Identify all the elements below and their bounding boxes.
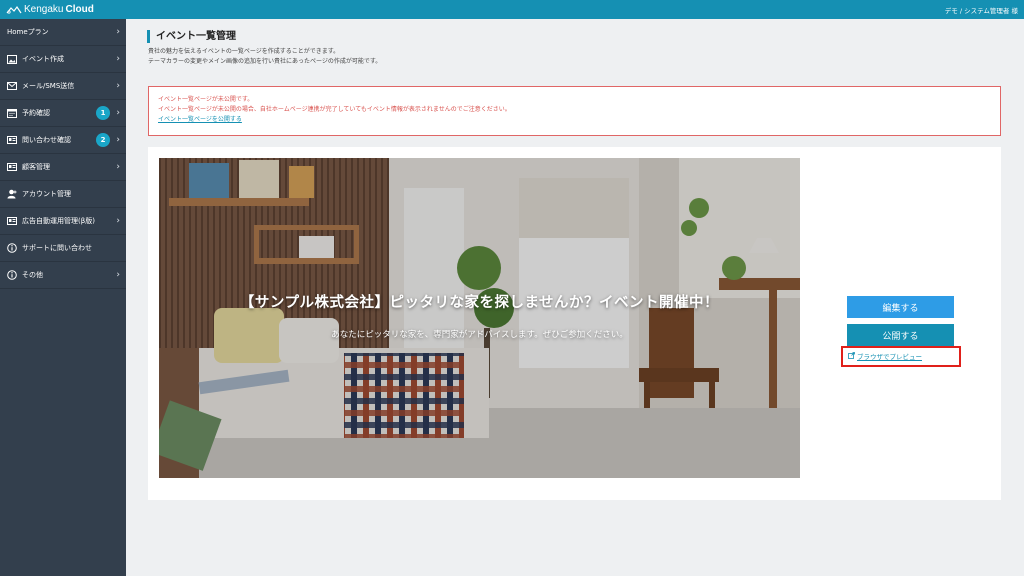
hero-image: 【サンプル株式会社】ピッタリな家を探しませんか？イベント開催中！ あなたにピッタ…	[159, 158, 800, 478]
house-logo-icon	[6, 5, 22, 14]
sidebar-item-label: 広告自動運用管理(β版)	[22, 217, 95, 225]
sidebar-item-ads-auto[interactable]: 広告自動運用管理(β版) ›	[0, 208, 126, 235]
sidebar-item-label: 顧客管理	[22, 163, 50, 171]
hero-title: 【サンプル株式会社】ピッタリな家を探しませんか？イベント開催中！	[239, 295, 720, 311]
image-icon	[7, 54, 17, 64]
chevron-right-icon: ›	[116, 81, 120, 91]
chevron-right-icon: ›	[116, 135, 120, 145]
chevron-right-icon: ›	[116, 216, 120, 226]
id-card-icon	[7, 162, 17, 172]
edit-button[interactable]: 編集する	[847, 296, 954, 318]
sidebar-item-other[interactable]: その他 ›	[0, 262, 126, 289]
room-photo	[159, 158, 800, 478]
sidebar: Homeプラン › イベント作成 › メール/SMS送信 › 予約確認 1 › …	[0, 19, 126, 576]
browser-preview-link[interactable]: ブラウザでプレビュー	[848, 351, 922, 361]
top-header: Kengaku Cloud デモ / システム管理者 様	[0, 0, 1024, 19]
notification-badge: 2	[96, 133, 110, 147]
info-icon	[7, 243, 17, 253]
external-link-icon	[848, 351, 855, 361]
publish-button[interactable]: 公開する	[847, 324, 954, 346]
app-logo[interactable]: Kengaku Cloud	[6, 4, 94, 15]
sidebar-item-mail-sms[interactable]: メール/SMS送信 ›	[0, 73, 126, 100]
sidebar-item-label: メール/SMS送信	[22, 82, 75, 90]
calendar-icon	[7, 108, 17, 118]
sidebar-item-home-plan[interactable]: Homeプラン ›	[0, 19, 126, 46]
logo-text-prefix: Kengaku	[24, 4, 64, 15]
chevron-right-icon: ›	[116, 108, 120, 118]
sidebar-item-label: アカウント管理	[22, 190, 71, 198]
alert-line: イベント一覧ページが未公開です。	[158, 96, 254, 103]
chevron-right-icon: ›	[116, 270, 120, 280]
info-icon	[7, 270, 17, 280]
sidebar-item-accounts[interactable]: アカウント管理	[0, 181, 126, 208]
sidebar-item-label: イベント作成	[22, 55, 64, 63]
sidebar-item-label: 問い合わせ確認	[22, 136, 71, 144]
mail-icon	[7, 81, 17, 91]
page-description: 貴社の魅力を伝えるイベントの一覧ページを作成することができます。 テーマカラーの…	[148, 47, 381, 67]
hero-subtitle: あなたにピッタリな家を、専門家がアドバイスします。ぜひご参加ください。	[331, 330, 628, 340]
sidebar-item-reservations[interactable]: 予約確認 1 ›	[0, 100, 126, 127]
sidebar-item-label: サポートに問い合わせ	[22, 244, 92, 252]
chevron-right-icon: ›	[116, 162, 120, 172]
logo-text-suffix: Cloud	[65, 4, 94, 15]
unpublished-alert: イベント一覧ページが未公開です。 イベント一覧ページが未公開の場合、自社ホームペ…	[148, 86, 1001, 136]
sidebar-item-support[interactable]: サポートに問い合わせ	[0, 235, 126, 262]
user-icon	[7, 189, 17, 199]
id-card-icon	[7, 216, 17, 226]
sidebar-item-inquiries[interactable]: 問い合わせ確認 2 ›	[0, 127, 126, 154]
preview-link-label: ブラウザでプレビュー	[857, 353, 922, 361]
chevron-right-icon: ›	[116, 54, 120, 64]
chevron-right-icon: ›	[116, 27, 120, 37]
sidebar-item-event-create[interactable]: イベント作成 ›	[0, 46, 126, 73]
user-menu[interactable]: デモ / システム管理者 様	[945, 5, 1018, 15]
id-card-icon	[7, 135, 17, 145]
sidebar-item-label: Homeプラン	[7, 28, 49, 36]
notification-badge: 1	[96, 106, 110, 120]
sidebar-item-label: 予約確認	[22, 109, 50, 117]
main-content: イベント一覧管理 貴社の魅力を伝えるイベントの一覧ページを作成することができます…	[126, 19, 1024, 576]
sidebar-item-label: その他	[22, 271, 43, 279]
sidebar-item-customers[interactable]: 顧客管理 ›	[0, 154, 126, 181]
alert-line: イベント一覧ページが未公開の場合、自社ホームページ連携が完了していてもイベント情…	[158, 106, 511, 113]
publish-list-link[interactable]: イベント一覧ページを公開する	[158, 116, 242, 123]
event-list-card: 【サンプル株式会社】ピッタリな家を探しませんか？イベント開催中！ あなたにピッタ…	[148, 147, 1001, 500]
description-line: 貴社の魅力を伝えるイベントの一覧ページを作成することができます。	[148, 48, 340, 55]
description-line: テーマカラーの変更やメイン画像の追加を行い貴社にあったページの作成が可能です。	[148, 58, 382, 65]
page-title: イベント一覧管理	[147, 30, 236, 43]
